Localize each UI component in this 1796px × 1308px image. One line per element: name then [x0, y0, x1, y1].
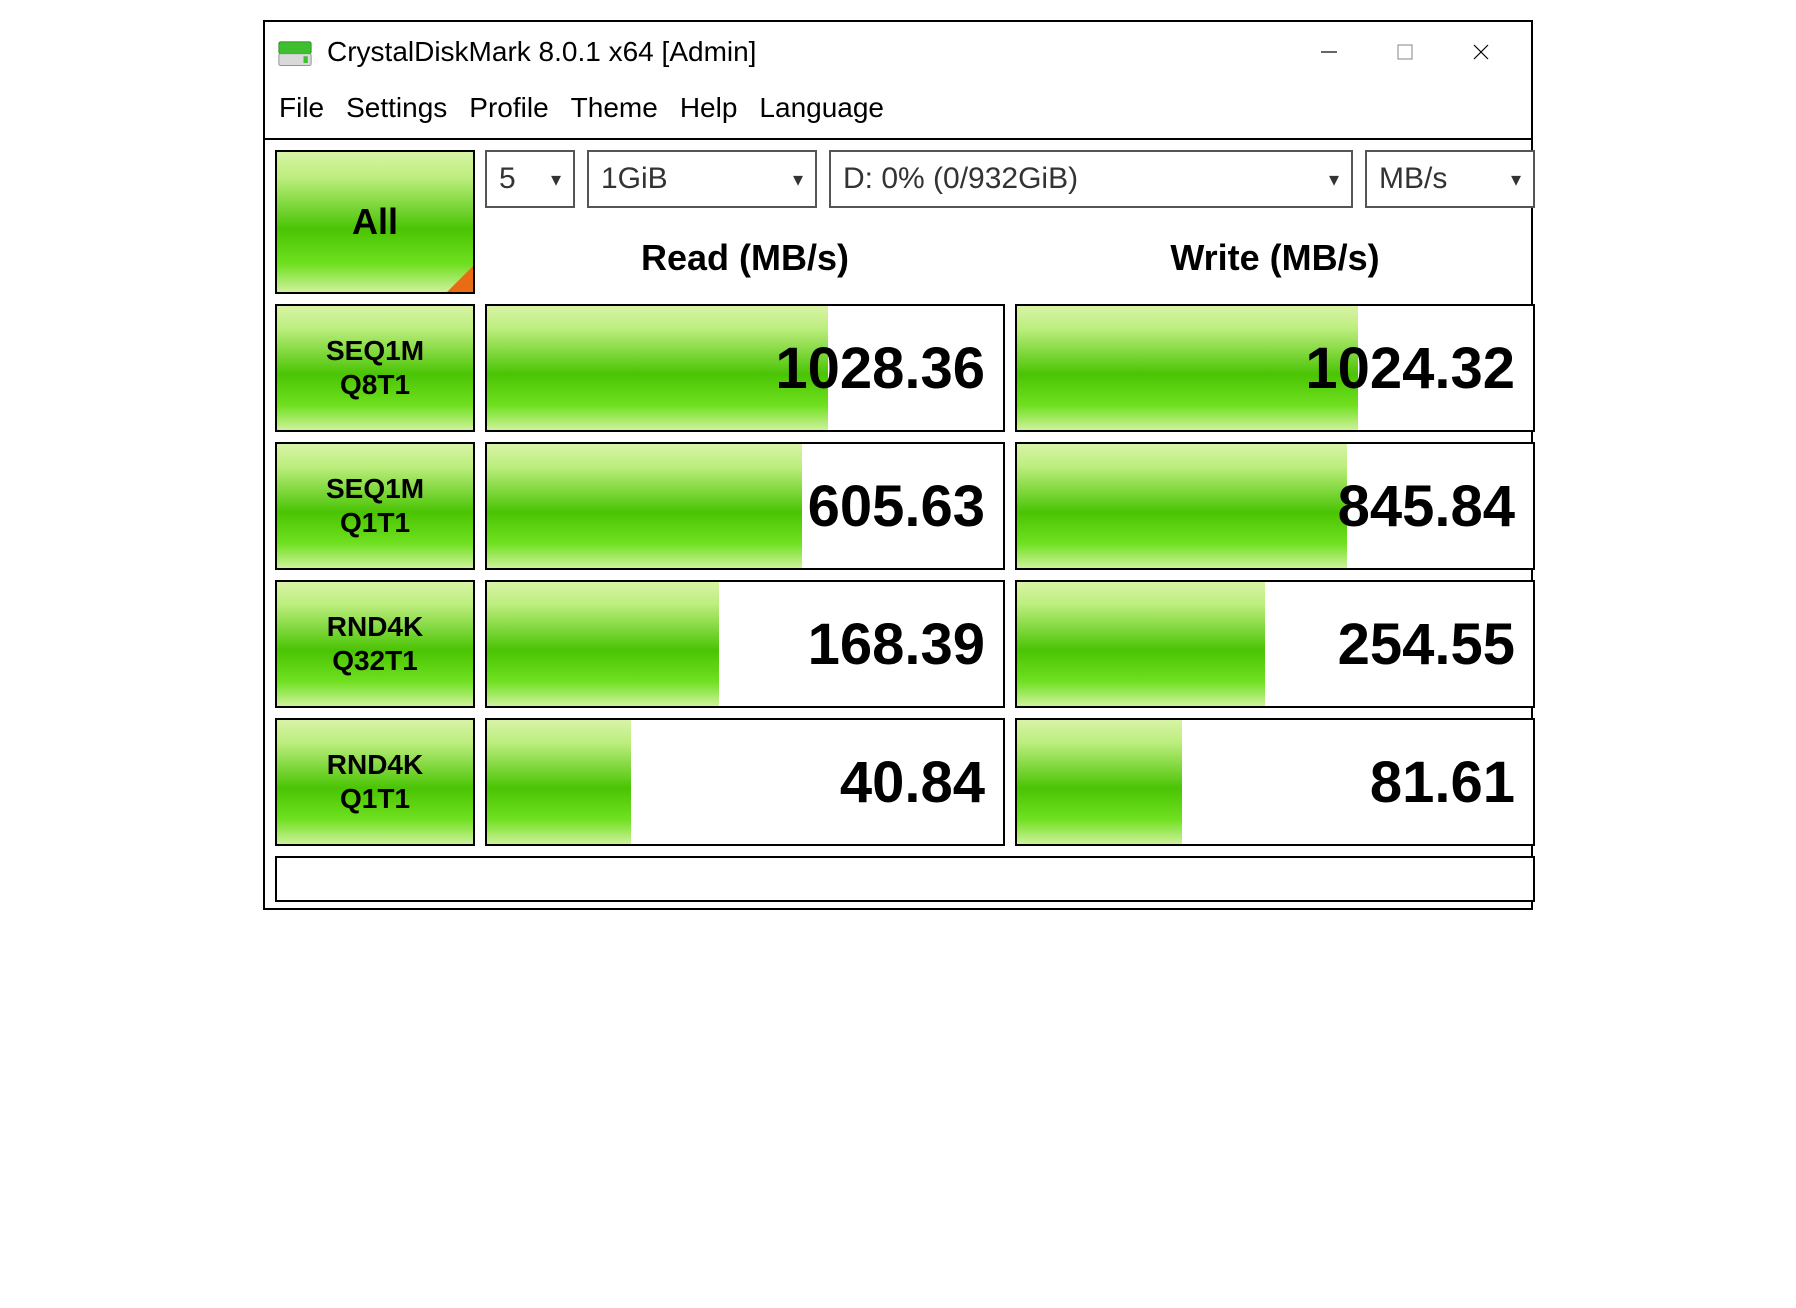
result-value: 605.63 [487, 444, 1003, 568]
test-label: Q1T1 [340, 782, 410, 816]
result-write-seq1m-q8t1: 1024.32 [1015, 304, 1535, 432]
test-label: Q8T1 [340, 368, 410, 402]
test-size-select[interactable]: 1GiB ▾ [587, 150, 817, 208]
test-label: Q1T1 [340, 506, 410, 540]
menu-theme[interactable]: Theme [571, 92, 658, 124]
close-button[interactable] [1461, 32, 1501, 72]
result-value: 1024.32 [1017, 306, 1533, 430]
chevron-down-icon: ▾ [1329, 167, 1339, 192]
test-label: RND4K [327, 610, 423, 644]
test-button-seq1m-q8t1[interactable]: SEQ1M Q8T1 [275, 304, 475, 432]
result-value: 1028.36 [487, 306, 1003, 430]
column-header-write: Write (MB/s) [1015, 222, 1535, 294]
maximize-button[interactable] [1385, 32, 1425, 72]
menu-settings[interactable]: Settings [346, 92, 447, 124]
menubar: File Settings Profile Theme Help Languag… [265, 82, 1531, 138]
result-value: 81.61 [1017, 720, 1533, 844]
test-label: SEQ1M [326, 472, 424, 506]
menu-language[interactable]: Language [759, 92, 884, 124]
unit-select[interactable]: MB/s ▾ [1365, 150, 1535, 208]
loop-count-select[interactable]: 5 ▾ [485, 150, 575, 208]
control-row: 5 ▾ 1GiB ▾ D: 0% (0/932GiB) ▾ MB/s ▾ [485, 150, 1535, 212]
main-area: All 5 ▾ 1GiB ▾ D: 0% (0/932GiB) ▾ MB/s ▾… [265, 138, 1531, 908]
result-write-rnd4k-q32t1: 254.55 [1015, 580, 1535, 708]
test-label: SEQ1M [326, 334, 424, 368]
menu-help[interactable]: Help [680, 92, 738, 124]
status-bar [275, 856, 1535, 902]
chevron-down-icon: ▾ [1511, 167, 1521, 192]
test-button-rnd4k-q32t1[interactable]: RND4K Q32T1 [275, 580, 475, 708]
result-value: 168.39 [487, 582, 1003, 706]
result-write-rnd4k-q1t1: 81.61 [1015, 718, 1535, 846]
window-title: CrystalDiskMark 8.0.1 x64 [Admin] [327, 36, 1309, 68]
loop-count-value: 5 [499, 162, 516, 196]
drive-value: D: 0% (0/932GiB) [843, 162, 1078, 196]
test-label: Q32T1 [332, 644, 418, 678]
chevron-down-icon: ▾ [793, 167, 803, 192]
result-read-seq1m-q1t1: 605.63 [485, 442, 1005, 570]
drive-select[interactable]: D: 0% (0/932GiB) ▾ [829, 150, 1353, 208]
test-label: RND4K [327, 748, 423, 782]
column-header-read: Read (MB/s) [485, 222, 1005, 294]
result-value: 254.55 [1017, 582, 1533, 706]
result-read-rnd4k-q32t1: 168.39 [485, 580, 1005, 708]
result-value: 845.84 [1017, 444, 1533, 568]
window-controls [1309, 32, 1501, 72]
run-all-label: All [352, 201, 398, 243]
test-size-value: 1GiB [601, 162, 668, 196]
result-read-rnd4k-q1t1: 40.84 [485, 718, 1005, 846]
result-value: 40.84 [487, 720, 1003, 844]
app-window: CrystalDiskMark 8.0.1 x64 [Admin] File S… [263, 20, 1533, 910]
titlebar: CrystalDiskMark 8.0.1 x64 [Admin] [265, 22, 1531, 82]
test-button-rnd4k-q1t1[interactable]: RND4K Q1T1 [275, 718, 475, 846]
run-all-button[interactable]: All [275, 150, 475, 294]
result-write-seq1m-q1t1: 845.84 [1015, 442, 1535, 570]
app-icon [275, 32, 315, 72]
chevron-down-icon: ▾ [551, 167, 561, 192]
minimize-button[interactable] [1309, 32, 1349, 72]
menu-file[interactable]: File [279, 92, 324, 124]
result-read-seq1m-q8t1: 1028.36 [485, 304, 1005, 432]
test-button-seq1m-q1t1[interactable]: SEQ1M Q1T1 [275, 442, 475, 570]
unit-value: MB/s [1379, 162, 1447, 196]
menu-profile[interactable]: Profile [469, 92, 548, 124]
